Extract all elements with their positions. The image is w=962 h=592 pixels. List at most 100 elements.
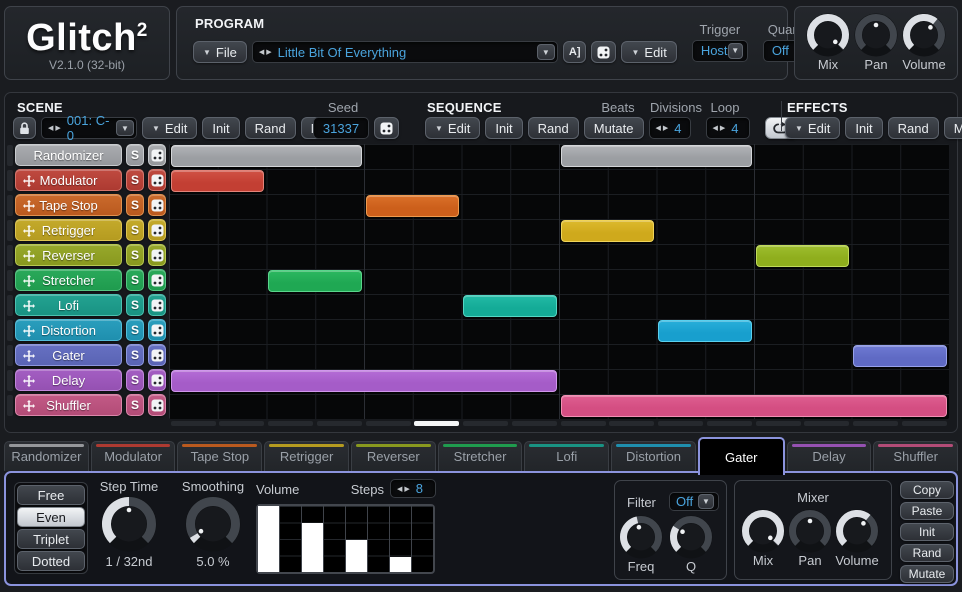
volume-step-8[interactable]	[412, 506, 433, 572]
seed-dice-button[interactable]	[374, 117, 399, 139]
mixer-pan-knob[interactable]: Pan	[788, 509, 832, 568]
tab-distortion[interactable]: Distortion	[611, 441, 696, 471]
solo-button[interactable]: S	[126, 169, 144, 191]
steps-selector[interactable]: ◀▶8	[390, 479, 436, 498]
track-button-lofi[interactable]: Lofi	[15, 294, 122, 316]
track-button-reverser[interactable]: Reverser	[15, 244, 122, 266]
program-file-button[interactable]: ▼File	[193, 41, 247, 63]
prev-next-icons[interactable]: ◀▶	[48, 124, 63, 132]
solo-button[interactable]: S	[126, 244, 144, 266]
track-random-button[interactable]	[148, 219, 166, 241]
program-selector[interactable]: ◀▶ Little Bit Of Everything ▼	[252, 41, 558, 63]
solo-button[interactable]: S	[126, 394, 144, 416]
mixer-volume-knob[interactable]: Volume	[835, 509, 879, 568]
chevron-down-icon[interactable]: ▼	[116, 120, 134, 136]
solo-button[interactable]: S	[126, 194, 144, 216]
track-button-distortion[interactable]: Distortion	[15, 319, 122, 341]
tab-shuffler[interactable]: Shuffler	[873, 441, 958, 471]
mixer-mix-knob[interactable]: Mix	[741, 509, 785, 568]
solo-button[interactable]: S	[126, 269, 144, 291]
smoothing-knob[interactable]: Smoothing5.0 %	[174, 479, 252, 569]
track-button-retrigger[interactable]: Retrigger	[15, 219, 122, 241]
volume-step-1[interactable]	[258, 506, 280, 572]
track-button-delay[interactable]: Delay	[15, 369, 122, 391]
sequence-rand-button[interactable]: Rand	[528, 117, 579, 139]
chevron-down-icon[interactable]: ▼	[698, 494, 714, 509]
divisions-selector[interactable]: ◀▶4	[706, 117, 750, 139]
master-mix-knob[interactable]: Mix	[806, 13, 850, 79]
mode-even-button[interactable]: Even	[17, 507, 85, 527]
solo-button[interactable]: S	[126, 294, 144, 316]
sequence-block-randomizer[interactable]	[561, 145, 752, 167]
tab-stretcher[interactable]: Stretcher	[438, 441, 523, 471]
track-button-randomizer[interactable]: Randomizer	[15, 144, 122, 166]
tab-retrigger[interactable]: Retrigger	[264, 441, 349, 471]
gater-paste-button[interactable]: Paste	[900, 502, 954, 520]
program-dropdown-icon[interactable]: ▼	[537, 44, 555, 60]
filter-freq-knob[interactable]: Freq	[619, 515, 663, 574]
track-button-gater[interactable]: Gater	[15, 344, 122, 366]
solo-button[interactable]: S	[126, 319, 144, 341]
sequence-block-tape-stop[interactable]	[366, 195, 460, 217]
tab-lofi[interactable]: Lofi	[524, 441, 609, 471]
gater-mutate-button[interactable]: Mutate	[900, 565, 954, 583]
filter-select[interactable]: Off▼	[669, 492, 719, 511]
sequence-block-delay[interactable]	[171, 370, 557, 392]
tab-tape-stop[interactable]: Tape Stop	[177, 441, 262, 471]
sequence-block-gater[interactable]	[853, 345, 947, 367]
prev-next-icons[interactable]: ◀▶	[397, 485, 412, 493]
volume-step-editor[interactable]	[256, 504, 435, 574]
volume-step-4[interactable]	[324, 506, 346, 572]
track-random-button[interactable]	[148, 144, 166, 166]
track-random-button[interactable]	[148, 169, 166, 191]
track-button-modulator[interactable]: Modulator	[15, 169, 122, 191]
sequence-block-retrigger[interactable]	[561, 220, 655, 242]
effects-rand-button[interactable]: Rand	[888, 117, 939, 139]
solo-button[interactable]: S	[126, 369, 144, 391]
track-random-button[interactable]	[148, 319, 166, 341]
volume-step-2[interactable]	[280, 506, 302, 572]
track-random-button[interactable]	[148, 244, 166, 266]
track-random-button[interactable]	[148, 294, 166, 316]
track-button-stretcher[interactable]: Stretcher	[15, 269, 122, 291]
filter-q-knob[interactable]: Q	[669, 515, 713, 574]
tab-modulator[interactable]: Modulator	[91, 441, 176, 471]
sequence-block-distortion[interactable]	[658, 320, 752, 342]
effects-mutate-button[interactable]: Mutate	[944, 117, 962, 139]
sequence-mutate-button[interactable]: Mutate	[584, 117, 644, 139]
sequence-block-modulator[interactable]	[171, 170, 265, 192]
program-random-button[interactable]	[591, 41, 616, 63]
tab-delay[interactable]: Delay	[787, 441, 872, 471]
sequence-block-randomizer[interactable]	[171, 145, 362, 167]
track-button-shuffler[interactable]: Shuffler	[15, 394, 122, 416]
effects-edit-button[interactable]: ▼Edit	[785, 117, 840, 139]
scene-rand-button[interactable]: Rand	[245, 117, 296, 139]
volume-step-7[interactable]	[390, 506, 412, 572]
program-rename-button[interactable]: A]	[563, 41, 587, 63]
step-time-knob[interactable]: Step Time1 / 32nd	[94, 479, 164, 569]
solo-button[interactable]: S	[126, 219, 144, 241]
scene-init-button[interactable]: Init	[202, 117, 239, 139]
volume-step-5[interactable]	[346, 506, 368, 572]
chevron-down-icon[interactable]: ▼	[728, 43, 743, 59]
track-random-button[interactable]	[148, 344, 166, 366]
prev-next-icons[interactable]: ◀▶	[259, 48, 274, 56]
solo-button[interactable]: S	[126, 144, 144, 166]
track-random-button[interactable]	[148, 194, 166, 216]
mode-free-button[interactable]: Free	[17, 485, 85, 505]
scene-edit-button[interactable]: ▼Edit	[142, 117, 197, 139]
gater-init-button[interactable]: Init	[900, 523, 954, 541]
sequence-edit-button[interactable]: ▼Edit	[425, 117, 480, 139]
sequence-block-lofi[interactable]	[463, 295, 557, 317]
track-random-button[interactable]	[148, 394, 166, 416]
mode-triplet-button[interactable]: Triplet	[17, 529, 85, 549]
tab-gater[interactable]: Gater	[698, 437, 785, 475]
master-volume-knob[interactable]: Volume	[902, 13, 946, 79]
prev-next-icons[interactable]: ◀▶	[713, 124, 728, 132]
effects-init-button[interactable]: Init	[845, 117, 882, 139]
track-random-button[interactable]	[148, 269, 166, 291]
program-edit-button[interactable]: ▼Edit	[621, 41, 676, 63]
sequence-block-reverser[interactable]	[756, 245, 850, 267]
gater-rand-button[interactable]: Rand	[900, 544, 954, 562]
master-pan-knob[interactable]: Pan	[854, 13, 898, 79]
